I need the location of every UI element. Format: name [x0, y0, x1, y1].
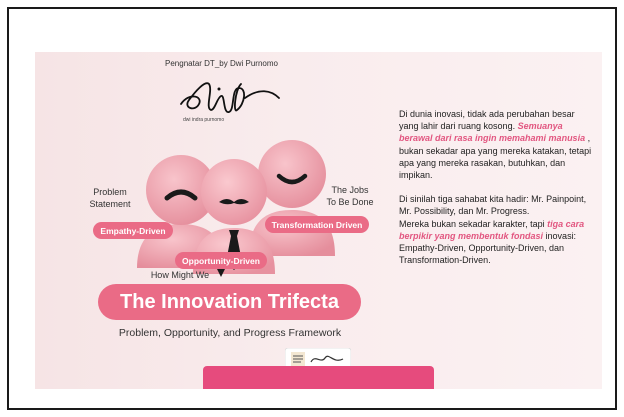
- problem-statement-line: Problem Statement: [89, 187, 131, 209]
- slide-title: The Innovation Trifecta: [98, 284, 361, 320]
- empathy-driven-pill: Empathy-Driven: [93, 222, 173, 239]
- p3-text: Mereka bukan sekadar karakter, tapi: [399, 218, 545, 229]
- page-frame: Pengnatar DT_by Dwi Purnomo dwi indra pu…: [7, 7, 617, 410]
- jobs-to-be-done-label: The Jobs To Be Done: [317, 184, 383, 208]
- problem-statement-label: Problem Statement: [75, 186, 145, 210]
- logo-caption: dwi indra purnomo: [183, 117, 225, 123]
- signature-logo: [180, 82, 280, 113]
- opportunity-driven-pill: Opportunity-Driven: [175, 252, 267, 269]
- transformation-driven-pill: Transformation Driven: [265, 216, 369, 233]
- jobs-to-be-done-line: The Jobs To Be Done: [326, 185, 374, 207]
- paragraph-3: Mereka bukan sekadar karakter, tapi tiga…: [399, 218, 594, 267]
- slide: Pengnatar DT_by Dwi Purnomo dwi indra pu…: [35, 52, 602, 389]
- arrow-down-icon: [217, 269, 225, 277]
- paragraph-2: Di sinilah tiga sahabat kita hadir: Mr. …: [399, 194, 587, 217]
- how-might-we-label: How Might We: [150, 270, 210, 280]
- credit-text: Pengnatar DT_by Dwi Purnomo: [165, 59, 278, 68]
- footer-bar: [203, 366, 434, 389]
- paragraph-1: Di dunia inovasi, tidak ada perubahan be…: [399, 108, 594, 181]
- slide-subtitle: Problem, Opportunity, and Progress Frame…: [118, 327, 342, 339]
- body-text: Di dunia inovasi, tidak ada perubahan be…: [399, 108, 594, 278]
